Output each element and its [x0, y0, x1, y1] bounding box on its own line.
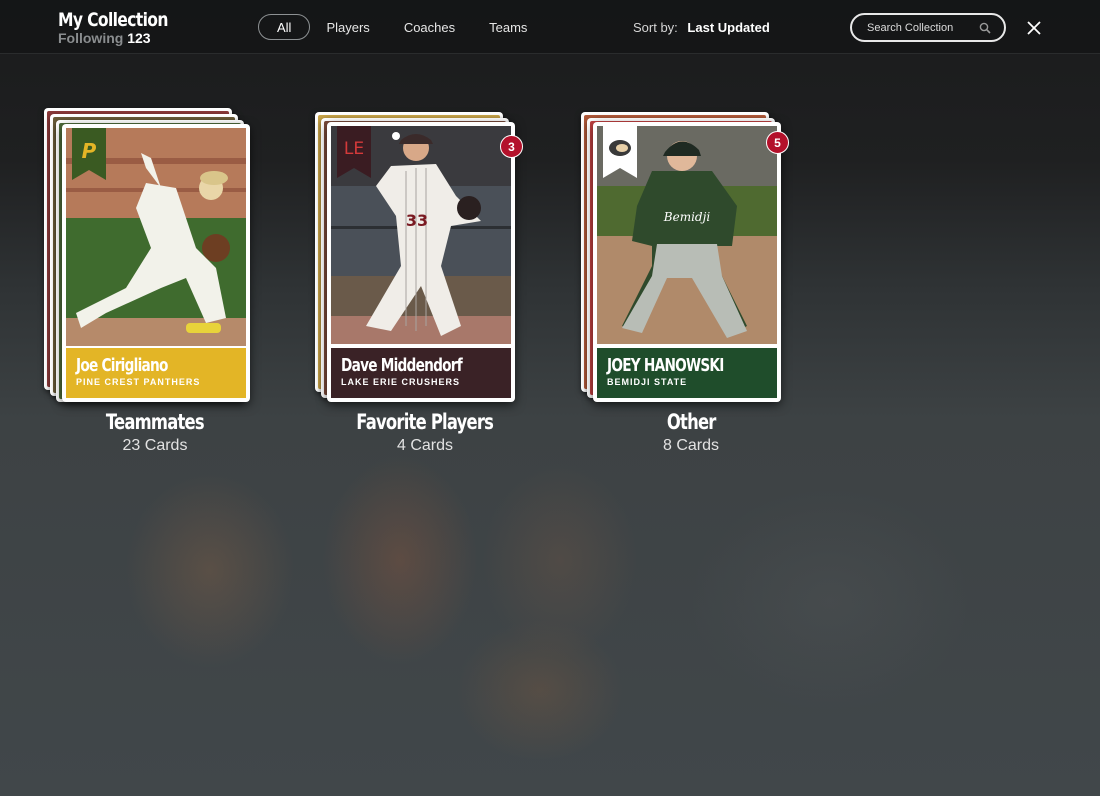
search-icon[interactable] [979, 22, 991, 34]
collection-group-teammates[interactable]: P Joe Cirigliano PINE CREST PANTHERS Tea… [44, 106, 264, 466]
svg-text:33: 33 [406, 211, 428, 230]
svg-text:LE: LE [344, 139, 364, 159]
new-cards-badge: 3 [500, 135, 523, 158]
new-cards-badge: 5 [766, 131, 789, 154]
sort-control[interactable]: Sort by: Last Updated [633, 20, 770, 35]
card-nameplate: Joe Cirigliano PINE CREST PANTHERS [66, 348, 246, 398]
svg-text:Bemidji: Bemidji [663, 210, 711, 224]
top-bar: My Collection Following 123 All Players … [0, 0, 1100, 54]
group-label: Teammates 23 Cards [45, 410, 265, 455]
group-count: 4 Cards [396, 437, 454, 454]
group-label: Other 8 Cards [581, 410, 801, 455]
following-count: 123 [127, 30, 151, 46]
filter-coaches[interactable]: Coaches [386, 14, 473, 40]
collection-group-favorite-players[interactable]: 33 LE Dave Middendorf LAKE ERIE CRUSHERS… [315, 106, 535, 466]
following-label: Following [58, 30, 124, 46]
group-label: Favorite Players 4 Cards [315, 410, 535, 455]
search-input[interactable] [867, 21, 979, 34]
top-card[interactable]: Bemidji JOEY HANOWSKI BEMIDJI STATE [593, 122, 781, 402]
filter-all[interactable]: All [258, 14, 311, 40]
player-team: BEMIDJI STATE [607, 377, 688, 387]
collection-group-other[interactable]: Bemidji JOEY HANOWSKI BEMIDJI STATE 5 Ot… [581, 106, 801, 466]
collection-header: My Collection Following 123 [58, 9, 192, 46]
close-icon[interactable] [1024, 18, 1044, 38]
group-count: 8 Cards [662, 437, 720, 454]
team-logo-badge [603, 126, 637, 178]
player-name: Joe Cirigliano [76, 355, 168, 376]
player-team: LAKE ERIE CRUSHERS [341, 377, 461, 387]
group-count: 23 Cards [122, 437, 188, 454]
top-card[interactable]: 33 LE Dave Middendorf LAKE ERIE CRUSHERS [327, 122, 515, 402]
group-title: Other [666, 410, 716, 434]
filter-teams[interactable]: Teams [471, 14, 545, 40]
sort-value[interactable]: Last Updated [687, 20, 769, 35]
player-name: Dave Middendorf [341, 355, 463, 376]
sort-label: Sort by: [633, 20, 678, 35]
filter-tabs: All Players Coaches Teams [258, 14, 545, 40]
card-nameplate: JOEY HANOWSKI BEMIDJI STATE [597, 348, 777, 398]
filter-players[interactable]: Players [308, 14, 387, 40]
following-info: Following 123 [58, 31, 192, 46]
top-card[interactable]: P Joe Cirigliano PINE CREST PANTHERS [62, 124, 250, 402]
player-team: PINE CREST PANTHERS [76, 377, 201, 387]
page-title: My Collection [58, 9, 168, 31]
team-logo-badge: LE [337, 126, 371, 178]
svg-text:P: P [82, 139, 97, 163]
card-nameplate: Dave Middendorf LAKE ERIE CRUSHERS [331, 348, 511, 398]
player-name: JOEY HANOWSKI [607, 355, 724, 376]
search-box[interactable] [850, 13, 1006, 42]
group-title: Favorite Players [356, 410, 495, 434]
group-title: Teammates [105, 410, 205, 434]
team-logo-badge: P [72, 128, 106, 180]
